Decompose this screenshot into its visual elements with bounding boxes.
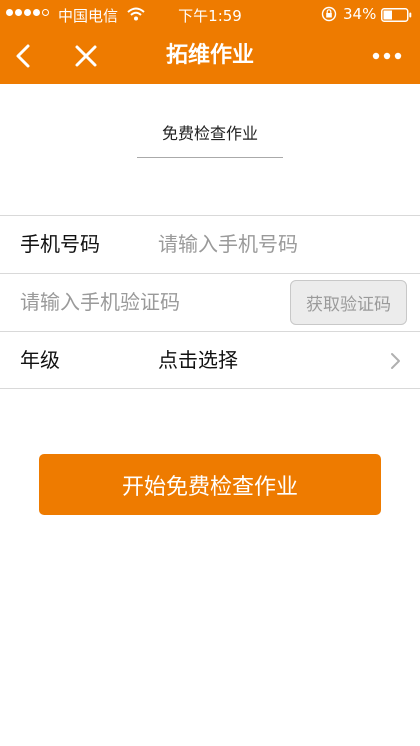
rotation-lock-icon — [321, 6, 337, 22]
signup-form: 手机号码 获取验证码 年级 点击选择 — [0, 215, 420, 389]
start-free-check-button[interactable]: 开始免费检查作业 — [39, 454, 381, 515]
page-title: 拓维作业 — [165, 43, 254, 68]
grade-value: 点击选择 — [158, 348, 238, 372]
chevron-right-icon — [391, 353, 400, 369]
back-button[interactable] — [8, 40, 40, 72]
get-verification-code-button[interactable]: 获取验证码 — [290, 280, 407, 325]
tab-free-homework-check[interactable]: 免费检查作业 — [137, 120, 283, 158]
battery-percentage: 34% — [343, 5, 377, 23]
grade-select[interactable]: 年级 点击选择 — [0, 332, 420, 389]
verification-code-input[interactable] — [20, 282, 282, 322]
grade-row: 年级 点击选择 — [0, 331, 420, 389]
verification-code-row: 获取验证码 — [0, 273, 420, 331]
header: 中国电信 下午1:59 34% 拓维作业 — [0, 0, 420, 84]
phone-row: 手机号码 — [0, 215, 420, 273]
close-button[interactable] — [70, 40, 102, 72]
status-bar: 中国电信 下午1:59 34% — [0, 0, 420, 28]
battery-icon — [381, 8, 412, 22]
more-options-button[interactable] — [362, 40, 412, 72]
grade-label: 年级 — [20, 348, 60, 372]
phone-label: 手机号码 — [20, 232, 100, 256]
tab-area: 免费检查作业 — [0, 84, 420, 215]
navigation-bar: 拓维作业 — [0, 28, 420, 84]
phone-input[interactable] — [158, 224, 408, 264]
